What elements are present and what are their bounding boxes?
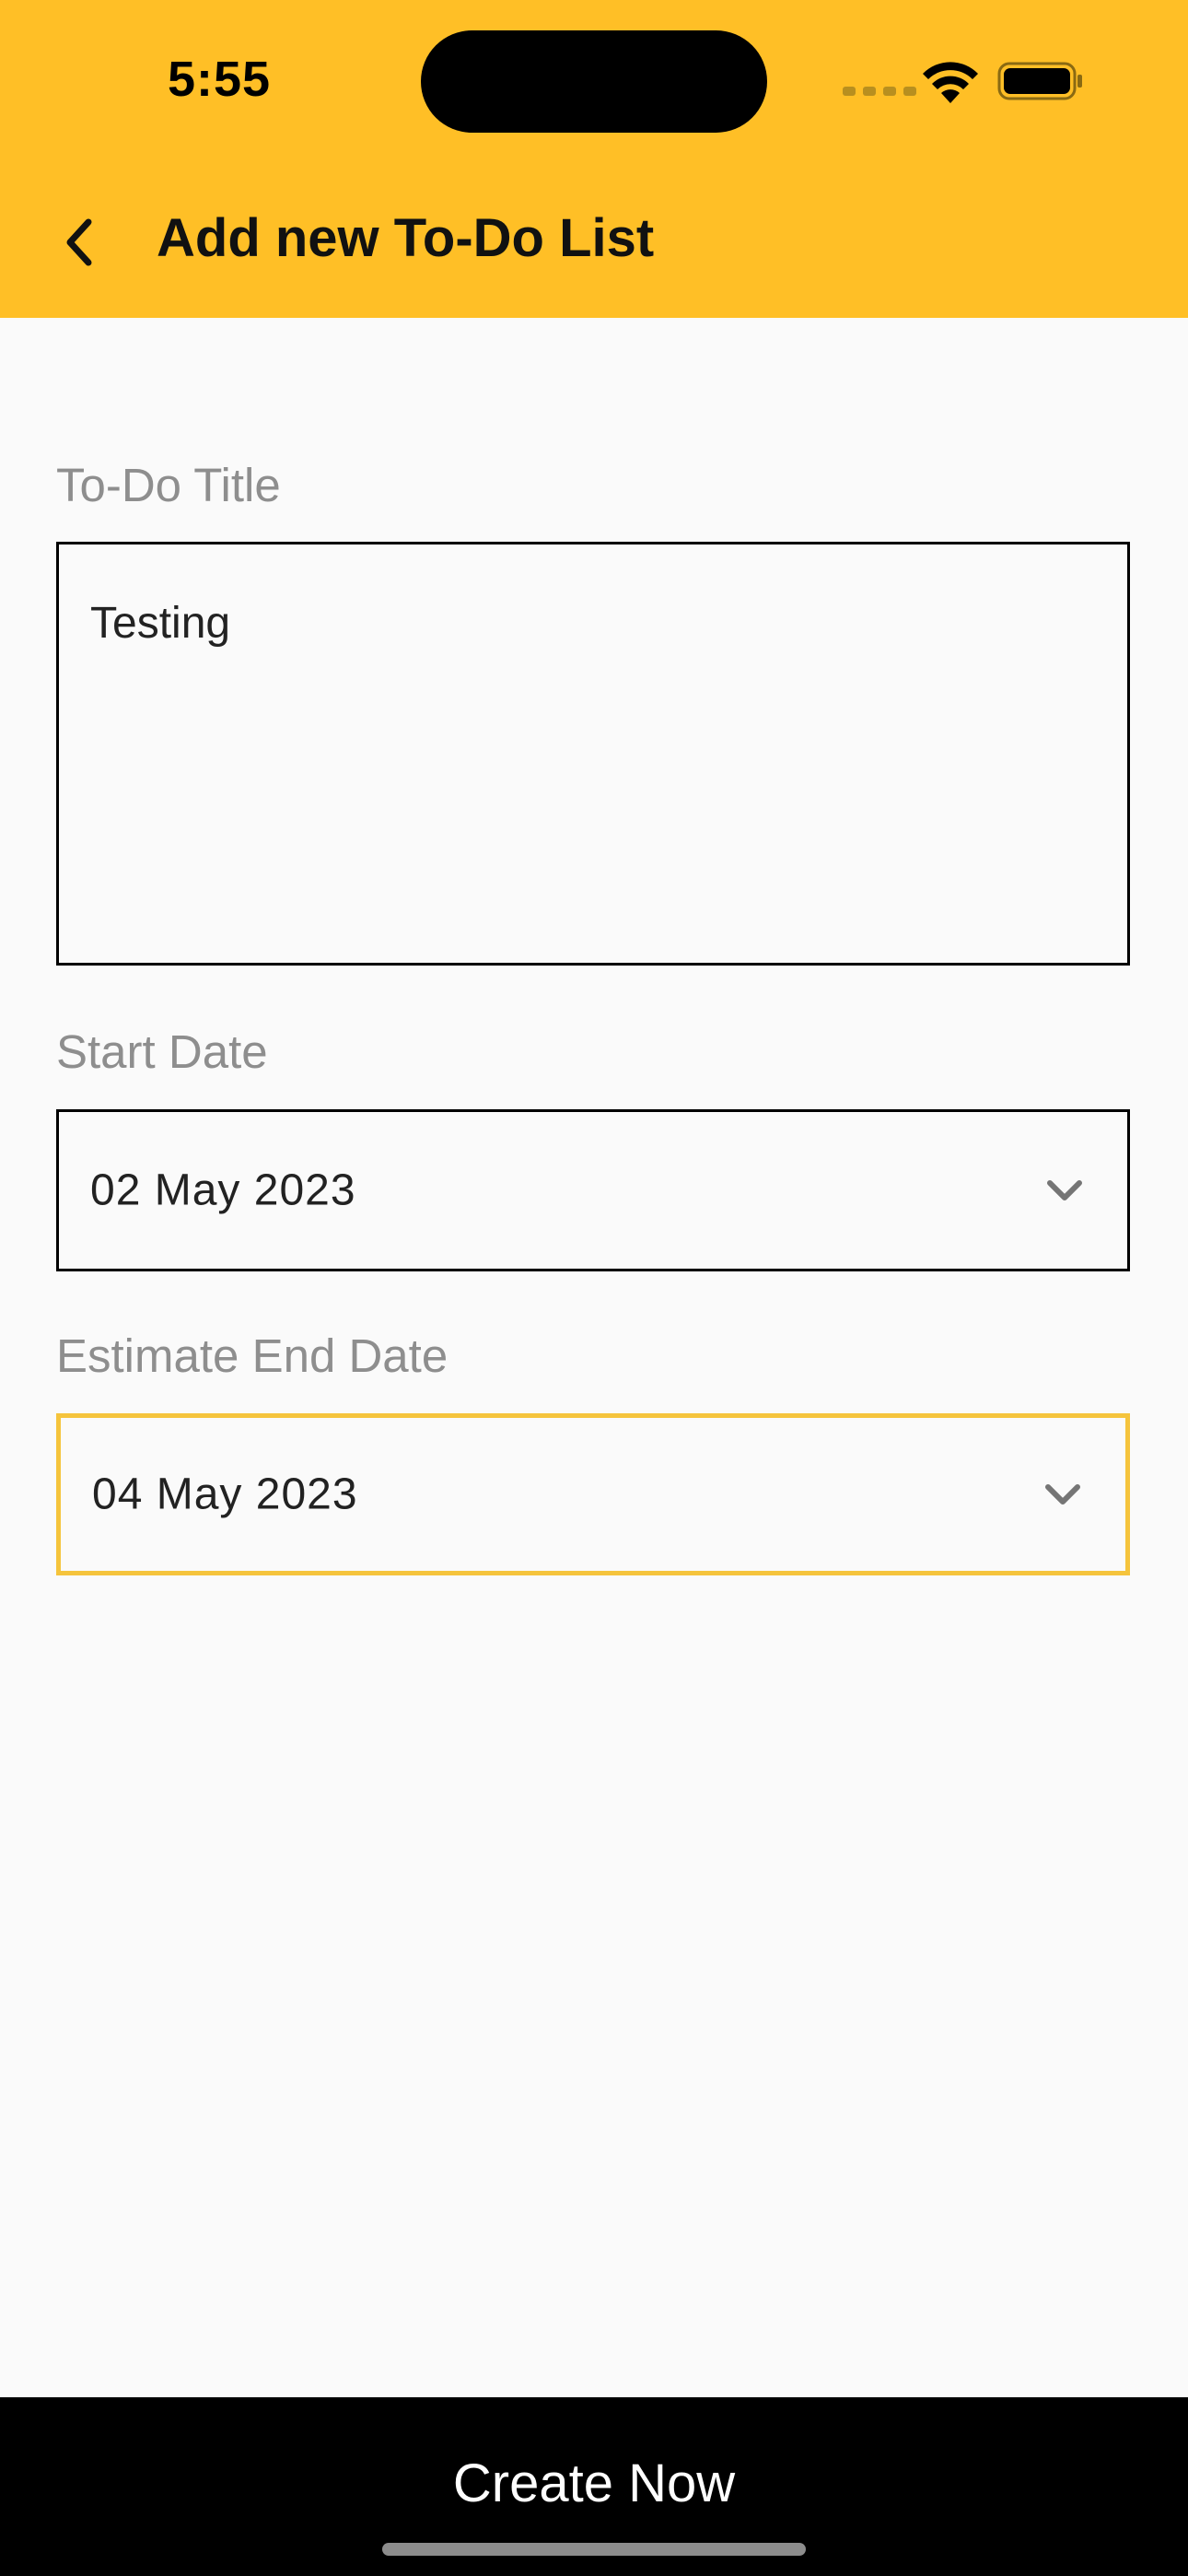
cellular-signal-icon: [843, 87, 916, 96]
battery-icon: [997, 62, 1082, 100]
status-time: 5:55: [168, 52, 272, 107]
todo-title-label: To-Do Title: [56, 459, 281, 511]
start-date-label: Start Date: [56, 1025, 268, 1078]
chevron-down-icon: [1047, 1180, 1082, 1200]
todo-title-input[interactable]: Testing: [56, 542, 1130, 966]
create-now-button[interactable]: Create Now: [0, 2453, 1188, 2514]
app-header: 5:55 Add new To-Do List: [0, 0, 1188, 318]
chevron-down-icon: [1045, 1484, 1080, 1505]
back-button[interactable]: [53, 212, 105, 273]
end-date-label: Estimate End Date: [56, 1329, 448, 1382]
start-date-value: 02 May 2023: [90, 1165, 356, 1215]
wifi-icon: [923, 62, 978, 103]
end-date-dropdown[interactable]: 04 May 2023: [56, 1413, 1130, 1575]
home-indicator: [382, 2543, 806, 2556]
chevron-left-icon: [66, 218, 92, 266]
bottom-bar: Create Now: [0, 2397, 1188, 2576]
end-date-value: 04 May 2023: [92, 1469, 358, 1519]
page-title: Add new To-Do List: [157, 208, 655, 268]
todo-title-value: Testing: [90, 599, 231, 648]
start-date-dropdown[interactable]: 02 May 2023: [56, 1109, 1130, 1271]
dynamic-island: [421, 30, 767, 133]
